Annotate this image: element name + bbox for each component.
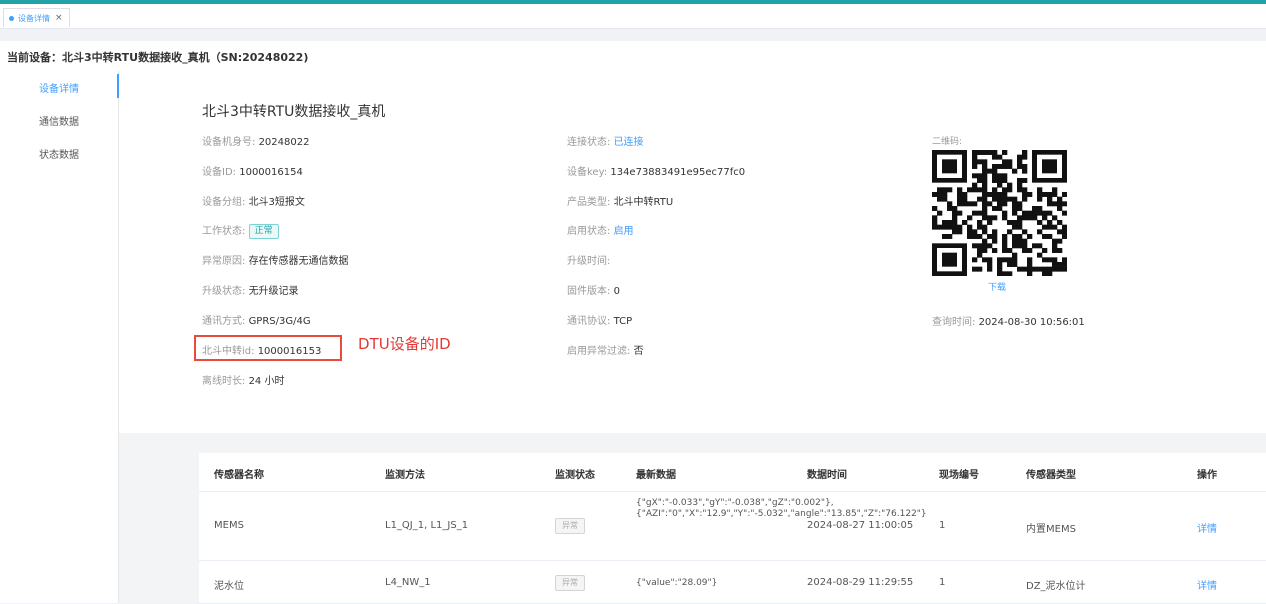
- field-protocol: 通讯协议: TCP: [567, 316, 633, 327]
- page-header: 当前设备：北斗3中转RTU数据接收_真机（SN:20248022): [0, 41, 1266, 71]
- col-latest: 最新数据: [636, 470, 676, 481]
- col-type: 传感器类型: [1026, 470, 1076, 481]
- field-upgrade-status: 升级状态: 无升级记录: [202, 286, 299, 297]
- cell-latest: {"gX":"-0.033","gY":"-0.038","gZ":"0.002…: [636, 498, 927, 519]
- col-site: 现场编号: [939, 470, 979, 481]
- highlight-box: [194, 335, 342, 361]
- tab-label: 设备详情: [18, 13, 50, 23]
- active-dot-icon: [9, 15, 14, 21]
- field-connection-status: 连接状态: 已连接: [567, 137, 644, 148]
- field-offline-duration: 离线时长: 24 小时: [202, 376, 285, 387]
- tab-bar: 设备详情 ×: [0, 4, 1266, 29]
- cell-method: L1_QJ_1, L1_JS_1: [385, 520, 469, 531]
- cell-type: DZ_泥水位计: [1026, 581, 1086, 592]
- device-name: 北斗3中转RTU数据接收_真机: [202, 104, 386, 120]
- annotation-text: DTU设备的ID: [358, 335, 451, 353]
- download-link[interactable]: 下载: [988, 280, 1006, 293]
- col-op: 操作: [1197, 470, 1217, 481]
- field-device-key: 设备key: 134e73883491e95ec77fc0: [567, 167, 746, 178]
- cell-name: MEMS: [214, 520, 244, 531]
- side-menu: 设备详情 通信数据 状态数据: [0, 71, 119, 603]
- query-time: 查询时间: 2024-08-30 10:56:01: [932, 317, 1085, 328]
- field-firmware: 固件版本: 0: [567, 286, 620, 297]
- field-comm-method: 通讯方式: GPRS/3G/4G: [202, 316, 311, 327]
- sensor-table: 传感器名称 监测方法 监测状态 最新数据 数据时间 现场编号 传感器类型 操作 …: [199, 453, 1266, 604]
- detail-link[interactable]: 详情: [1197, 520, 1217, 535]
- field-abnormal-reason: 异常原因: 存在传感器无通信数据: [202, 256, 349, 267]
- field-serial: 设备机身号: 20248022: [202, 137, 310, 148]
- table-row: MEMS L1_QJ_1, L1_JS_1 异常 {"gX":"-0.033",…: [199, 492, 1266, 561]
- table-row: 泥水位 L4_NW_1 异常 {"value":"28.09"} 2024-08…: [199, 561, 1266, 604]
- cell-type: 内置MEMS: [1026, 524, 1076, 535]
- cell-latest: {"value":"28.09"}: [636, 578, 718, 588]
- field-device-id: 设备ID: 1000016154: [202, 167, 303, 178]
- cell-site: 1: [939, 577, 946, 588]
- cell-method: L4_NW_1: [385, 577, 431, 588]
- field-upgrade-time: 升级时间:: [567, 256, 611, 267]
- col-time: 数据时间: [807, 470, 847, 481]
- device-detail-panel: 北斗3中转RTU数据接收_真机 设备机身号: 20248022 设备ID: 10…: [119, 71, 1266, 433]
- col-sensor-name: 传感器名称: [214, 470, 264, 481]
- field-product-type: 产品类型: 北斗中转RTU: [567, 197, 674, 208]
- field-enable-status: 启用状态: 启用: [567, 226, 634, 237]
- cell-time: 2024-08-27 11:00:05: [807, 520, 914, 531]
- close-icon[interactable]: ×: [55, 13, 63, 23]
- qr-code: [932, 150, 1067, 276]
- col-method: 监测方法: [385, 470, 425, 481]
- cell-status: 异常: [555, 518, 585, 534]
- field-group: 设备分组: 北斗3短报文: [202, 197, 305, 208]
- status-badge: 正常: [248, 223, 279, 239]
- status-badge: 异常: [555, 518, 585, 534]
- cell-status: 异常: [555, 575, 585, 591]
- field-abnormal-filter: 启用异常过滤: 否: [567, 346, 644, 357]
- tab-device-detail[interactable]: 设备详情 ×: [3, 8, 70, 27]
- cell-name: 泥水位: [214, 581, 244, 592]
- field-work-status: 工作状态: 正常: [202, 222, 279, 239]
- cell-site: 1: [939, 520, 946, 531]
- menu-item-device-detail[interactable]: 设备详情: [0, 80, 118, 95]
- menu-item-status-data[interactable]: 状态数据: [0, 146, 118, 161]
- page-title: 当前设备：北斗3中转RTU数据接收_真机（SN:20248022): [7, 51, 309, 64]
- col-status: 监测状态: [555, 470, 595, 481]
- menu-item-comm-data[interactable]: 通信数据: [0, 113, 118, 128]
- status-badge: 异常: [555, 575, 585, 591]
- cell-time: 2024-08-29 11:29:55: [807, 577, 914, 588]
- detail-link[interactable]: 详情: [1197, 577, 1217, 592]
- table-header-row: 传感器名称 监测方法 监测状态 最新数据 数据时间 现场编号 传感器类型 操作: [199, 453, 1266, 492]
- qr-label: 二维码:: [932, 137, 963, 147]
